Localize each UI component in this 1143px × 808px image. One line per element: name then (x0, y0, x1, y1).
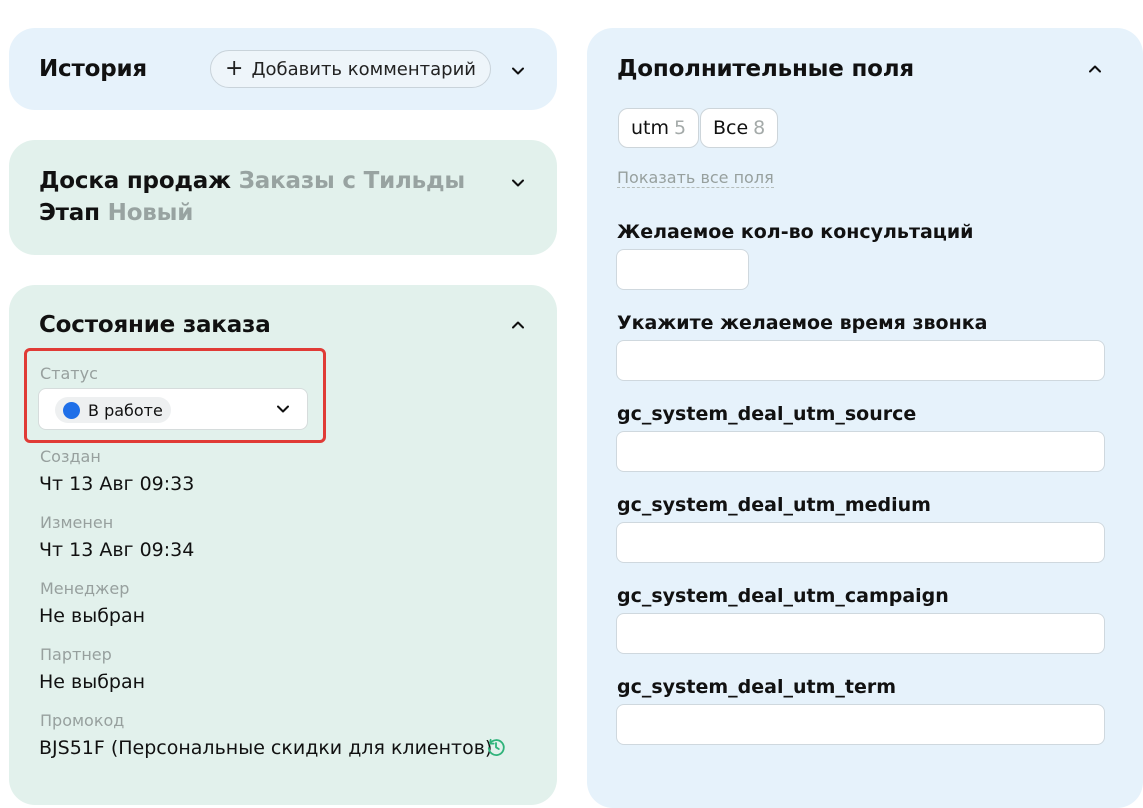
status-value: В работе (88, 400, 163, 420)
tag-all[interactable]: Все 8 (700, 108, 779, 148)
partner-label: Партнер (40, 645, 112, 664)
promo-value: BJS51F (Персональные скидки для клиентов… (39, 737, 493, 759)
plus-icon: + (225, 56, 244, 81)
tag-utm[interactable]: utm 5 (618, 108, 700, 148)
status-chip: В работе (55, 397, 171, 423)
order-state-toggle-chevron-up-icon[interactable] (512, 319, 524, 331)
manager-value[interactable]: Не выбран (39, 605, 145, 627)
field-label: gc_system_deal_utm_campaign (617, 585, 949, 607)
board-label: Доска продаж (39, 168, 231, 194)
board-line: Доска продаж Заказы с Тильды (39, 168, 465, 194)
utm-source-input[interactable] (616, 431, 1105, 472)
sales-board-card (9, 140, 557, 255)
status-select[interactable]: В работе (38, 388, 308, 430)
field-label: Желаемое кол-во консультаций (617, 221, 974, 243)
history-clock-icon[interactable] (486, 737, 506, 757)
created-value: Чт 13 Авг 09:33 (39, 473, 195, 495)
tag-all-count: 8 (753, 117, 766, 139)
call-time-input[interactable] (616, 340, 1105, 381)
field-label: gc_system_deal_utm_medium (617, 494, 931, 516)
tag-utm-count: 5 (674, 117, 687, 139)
field-label: gc_system_deal_utm_term (617, 676, 896, 698)
utm-campaign-input[interactable] (616, 613, 1105, 654)
board-toggle-chevron-down-icon[interactable] (512, 177, 524, 189)
board-value: Заказы с Тильды (238, 168, 466, 194)
modified-value: Чт 13 Авг 09:34 (39, 539, 195, 561)
manager-label: Менеджер (40, 579, 130, 598)
history-toggle-chevron-down-icon[interactable] (512, 65, 524, 77)
add-comment-label: Добавить комментарий (251, 58, 476, 80)
field-label: Укажите желаемое время звонка (617, 312, 988, 334)
utm-term-input[interactable] (616, 704, 1105, 745)
extra-fields-toggle-chevron-up-icon[interactable] (1089, 63, 1101, 75)
tag-utm-label: utm (631, 117, 669, 139)
order-state-title: Состояние заказа (39, 312, 271, 338)
extra-fields-title: Дополнительные поля (617, 56, 914, 82)
utm-medium-input[interactable] (616, 522, 1105, 563)
history-title: История (39, 56, 147, 82)
promo-label: Промокод (40, 711, 125, 730)
partner-value[interactable]: Не выбран (39, 671, 145, 693)
modified-label: Изменен (40, 513, 114, 532)
created-label: Создан (40, 447, 101, 466)
tag-all-label: Все (713, 117, 749, 139)
field-label: gc_system_deal_utm_source (617, 403, 917, 425)
status-chevron-down-icon (277, 403, 289, 415)
status-dot-icon (63, 401, 80, 419)
stage-label: Этап (39, 200, 100, 226)
add-comment-button[interactable]: + Добавить комментарий (210, 50, 491, 88)
stage-line: Этап Новый (39, 200, 193, 226)
consultations-count-input[interactable] (616, 249, 749, 290)
status-label: Статус (40, 364, 98, 383)
stage-value: Новый (107, 200, 194, 226)
show-all-fields-link[interactable]: Показать все поля (617, 168, 774, 188)
